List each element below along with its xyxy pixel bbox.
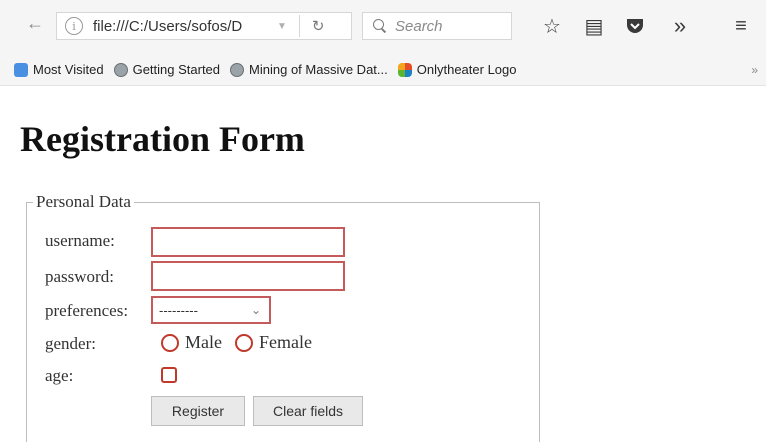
age-label: age:	[45, 366, 74, 385]
search-icon	[373, 19, 387, 33]
url-bar[interactable]: i file:///C:/Users/sofos/D ▼ ↻	[56, 12, 352, 40]
gender-female-radio[interactable]	[235, 334, 253, 352]
bookmark-getting-started[interactable]: Getting Started	[113, 62, 221, 77]
gender-male-label[interactable]: Male	[185, 332, 222, 353]
bookmarks-bar: Most Visited Getting Started Mining of M…	[0, 54, 766, 86]
globe-icon	[230, 62, 245, 77]
clipboard-icon[interactable]: ▤	[582, 14, 606, 38]
globe-icon	[113, 62, 128, 77]
bookmarks-overflow-button[interactable]: »	[751, 63, 758, 77]
preferences-selected-value: ---------	[159, 302, 198, 318]
pocket-icon[interactable]	[622, 14, 648, 38]
gender-label: gender:	[45, 334, 96, 353]
back-arrow-icon: ←	[26, 12, 44, 33]
browser-toolbar: ← i file:///C:/Users/sofos/D ▼ ↻ Search …	[0, 0, 766, 54]
search-placeholder[interactable]: Search	[395, 18, 443, 35]
clear-fields-button[interactable]: Clear fields	[253, 396, 363, 426]
menu-icon[interactable]: ≡	[728, 14, 754, 38]
joomla-icon	[397, 62, 412, 77]
preferences-label: preferences:	[45, 301, 129, 320]
gender-female-label[interactable]: Female	[259, 332, 312, 353]
reload-icon[interactable]: ↻	[312, 17, 325, 35]
info-icon[interactable]: i	[65, 17, 83, 35]
overflow-icon[interactable]: »	[668, 13, 692, 38]
bookmark-label: Most Visited	[33, 62, 104, 77]
bookmark-label: Onlytheater Logo	[416, 62, 517, 77]
password-input[interactable]	[151, 261, 345, 291]
pocket-shape	[627, 19, 643, 33]
gender-male-radio[interactable]	[161, 334, 179, 352]
bookmark-most-visited[interactable]: Most Visited	[14, 62, 104, 77]
search-bar[interactable]: Search	[362, 12, 512, 40]
back-button[interactable]: ←	[20, 10, 50, 36]
page-title: Registration Form	[20, 119, 305, 159]
password-label: password:	[45, 267, 114, 286]
bookmark-onlytheater[interactable]: Onlytheater Logo	[397, 62, 517, 77]
fieldset-legend: Personal Data	[33, 192, 134, 212]
bookmark-label: Mining of Massive Dat...	[249, 62, 388, 77]
age-checkbox[interactable]	[161, 367, 177, 383]
preferences-select[interactable]: --------- ⌄	[151, 296, 271, 324]
personal-data-fieldset: Personal Data username: password: prefer…	[26, 192, 540, 442]
chevron-down-icon: ⌄	[250, 303, 261, 317]
dropdown-arrow-icon[interactable]: ▼	[277, 21, 287, 32]
most-visited-icon	[14, 62, 28, 77]
url-separator	[298, 15, 300, 37]
register-button[interactable]: Register	[151, 396, 245, 426]
bookmark-label: Getting Started	[132, 62, 221, 77]
url-text[interactable]: file:///C:/Users/sofos/D	[93, 18, 273, 35]
username-input[interactable]	[151, 227, 345, 257]
star-icon[interactable]: ☆	[540, 14, 564, 38]
bookmark-mining[interactable]: Mining of Massive Dat...	[230, 62, 388, 77]
username-label: username:	[45, 231, 115, 250]
